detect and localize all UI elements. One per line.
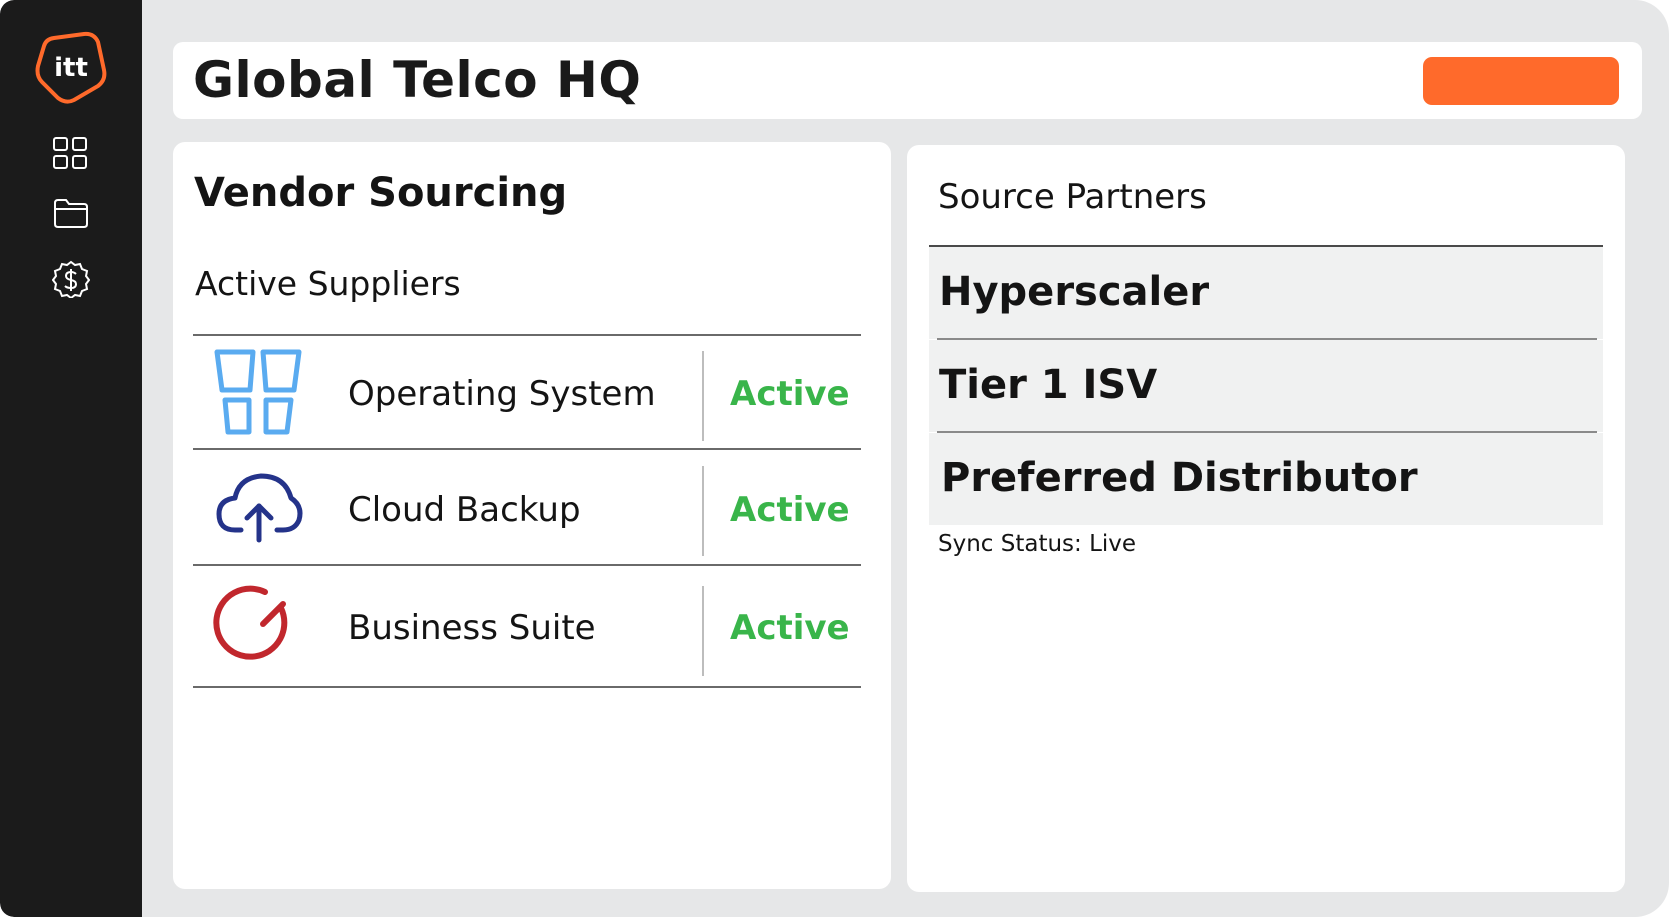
status-badge: Active bbox=[730, 608, 850, 648]
cloud-upload-icon bbox=[213, 462, 305, 554]
power-dial-icon bbox=[213, 580, 305, 672]
supplier-row[interactable]: Cloud Backup Active bbox=[193, 450, 861, 572]
supplier-row[interactable]: Operating System Active bbox=[193, 336, 861, 458]
partner-name: Tier 1 ISV bbox=[939, 362, 1158, 408]
partner-row[interactable]: Hyperscaler bbox=[929, 247, 1603, 339]
divider bbox=[193, 686, 861, 688]
status-badge: Active bbox=[730, 374, 850, 414]
page-title: Global Telco HQ bbox=[193, 51, 642, 109]
status-badge: Active bbox=[730, 490, 850, 530]
itt-logo[interactable]: itt bbox=[34, 30, 108, 104]
partner-name: Preferred Distributor bbox=[941, 455, 1418, 501]
partner-row[interactable]: Tier 1 ISV bbox=[929, 340, 1603, 432]
supplier-row[interactable]: Business Suite Active bbox=[193, 566, 861, 688]
supplier-name: Operating System bbox=[348, 374, 656, 414]
app-frame: itt Global Telco HQ Vendor Sourcing Acti… bbox=[0, 0, 1669, 917]
logo-text: itt bbox=[54, 53, 88, 83]
folder-icon[interactable] bbox=[52, 194, 90, 232]
vendor-sourcing-title: Vendor Sourcing bbox=[194, 170, 568, 216]
sidebar: itt bbox=[0, 0, 142, 917]
dollar-badge-icon[interactable] bbox=[51, 260, 91, 300]
supplier-name: Cloud Backup bbox=[348, 490, 581, 530]
column-separator bbox=[702, 351, 704, 441]
column-separator bbox=[702, 586, 704, 676]
source-partners-title: Source Partners bbox=[938, 177, 1207, 217]
active-suppliers-subtitle: Active Suppliers bbox=[195, 264, 461, 303]
grid-icon[interactable] bbox=[52, 135, 90, 173]
partner-row[interactable]: Preferred Distributor bbox=[929, 433, 1603, 525]
header-bar: Global Telco HQ bbox=[173, 42, 1642, 119]
supplier-name: Business Suite bbox=[348, 608, 596, 648]
header-action-button[interactable] bbox=[1423, 57, 1619, 105]
vendor-sourcing-card: Vendor Sourcing Active Suppliers Operati… bbox=[173, 142, 891, 889]
column-separator bbox=[702, 466, 704, 556]
sync-status: Sync Status: Live bbox=[938, 531, 1137, 557]
source-partners-card: Source Partners Hyperscaler Tier 1 ISV P… bbox=[907, 145, 1625, 892]
windows-icon bbox=[213, 348, 305, 440]
partner-name: Hyperscaler bbox=[939, 269, 1210, 315]
